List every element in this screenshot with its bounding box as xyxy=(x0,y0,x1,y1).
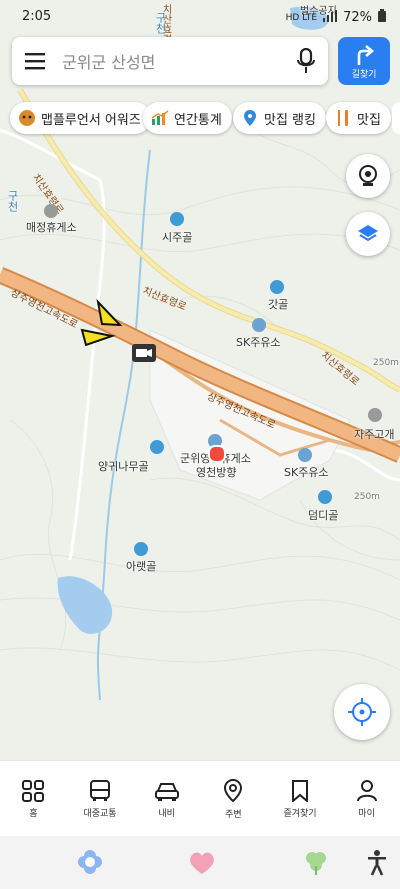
nav-my[interactable]: 마이 xyxy=(333,761,400,837)
fork-knife-icon xyxy=(334,109,352,127)
elevation-label: 250m xyxy=(373,358,399,368)
directions-label: 길찾기 xyxy=(351,70,377,80)
chart-icon xyxy=(151,109,169,127)
gas-station-icon xyxy=(298,448,312,462)
system-navigation-bar xyxy=(0,836,400,889)
mic-icon[interactable] xyxy=(284,37,328,85)
place-label: SK주유소 xyxy=(236,336,281,349)
camera-icon xyxy=(359,165,377,186)
accessibility-icon[interactable] xyxy=(366,848,388,880)
pin-icon xyxy=(241,109,259,127)
layers-button[interactable] xyxy=(346,212,390,256)
status-time: 2:05 xyxy=(22,9,52,24)
chip-overflow xyxy=(392,102,400,134)
nav-label: 내비 xyxy=(158,808,175,819)
bookmark-icon xyxy=(292,779,309,802)
place-label: 덤디골 xyxy=(308,509,339,522)
nav-label: 주변 xyxy=(225,809,242,820)
flower-icon[interactable] xyxy=(76,848,104,880)
layers-icon xyxy=(358,225,378,242)
nav-favorites[interactable]: 즐겨찾기 xyxy=(267,761,334,837)
chip-annual-stats[interactable]: 연간통계 xyxy=(143,102,232,134)
chip-restaurant-ranking[interactable]: 맛집 랭킹 xyxy=(233,102,326,134)
cctv-layer-button[interactable] xyxy=(346,154,390,198)
nav-label: 즐겨찾기 xyxy=(283,808,317,819)
nav-transit[interactable]: 대중교통 xyxy=(67,761,134,837)
person-icon xyxy=(356,779,377,801)
mountain-icon xyxy=(134,542,148,556)
elevation-label: 250m xyxy=(354,492,380,502)
battery-icon xyxy=(378,9,386,26)
mountain-icon xyxy=(270,280,284,294)
trophy-mascot-icon xyxy=(18,109,36,127)
pass-icon xyxy=(368,408,382,422)
chip-label: 맛집 xyxy=(357,112,381,128)
nav-home[interactable]: 홈 xyxy=(0,761,67,837)
directions-button[interactable]: 길찾기 xyxy=(338,37,390,85)
nav-nearby[interactable]: 주변 xyxy=(200,761,267,837)
place-label: 영천방향 xyxy=(196,466,237,479)
car-icon xyxy=(154,782,179,801)
place-label: SK주유소 xyxy=(284,466,329,479)
chip-restaurants[interactable]: 맛집 xyxy=(326,102,391,134)
place-label: 갓골 xyxy=(268,298,289,311)
signal-icon xyxy=(323,9,338,26)
chip-label: 연간통계 xyxy=(174,112,222,128)
chip-label: 맛집 랭킹 xyxy=(264,112,316,128)
nav-label: 홈 xyxy=(29,808,38,819)
grid-icon xyxy=(22,779,45,802)
cctv-icon[interactable] xyxy=(132,344,156,362)
place-label: 자주고개 xyxy=(354,428,395,441)
my-location-button[interactable] xyxy=(334,684,390,740)
nav-label: 대중교통 xyxy=(83,808,117,819)
place-label: 아랫골 xyxy=(126,560,157,573)
place-label: 매정휴게소 xyxy=(26,221,77,234)
place-label: 시주골 xyxy=(162,231,193,244)
bottom-navigation: 홈 대중교통 내비 주변 즐겨찾기 마이 xyxy=(0,760,400,837)
search-input[interactable]: 군위군 산성면 xyxy=(60,49,284,73)
nav-label: 마이 xyxy=(358,808,375,819)
gas-station-icon xyxy=(252,318,266,332)
battery-label: 72% xyxy=(343,10,372,25)
chip-mapfluencer[interactable]: 맵플루언서 어워즈 xyxy=(10,102,151,134)
bus-icon xyxy=(90,779,110,801)
location-pin-icon xyxy=(224,778,243,802)
turn-arrow-icon xyxy=(357,45,375,65)
heart-icon[interactable] xyxy=(186,848,218,880)
mountain-icon xyxy=(170,212,184,226)
stream-label: 구천 xyxy=(6,190,19,212)
crosshair-icon xyxy=(348,698,376,726)
mountain-icon xyxy=(150,440,164,454)
search-bar[interactable]: 군위군 산성면 xyxy=(12,37,328,85)
rest-area-icon xyxy=(44,204,58,218)
mountain-icon xyxy=(318,490,332,504)
network-label: HD LTE xyxy=(285,12,318,23)
current-location-marker xyxy=(208,445,226,463)
clover-icon[interactable] xyxy=(302,848,330,880)
nav-navigation[interactable]: 내비 xyxy=(133,761,200,837)
status-bar: 2:05 HD LTE 72% xyxy=(0,0,400,34)
menu-icon[interactable] xyxy=(12,37,60,85)
chip-label: 맵플루언서 어워즈 xyxy=(41,112,141,128)
place-label: 양귀나무골 xyxy=(98,460,149,473)
